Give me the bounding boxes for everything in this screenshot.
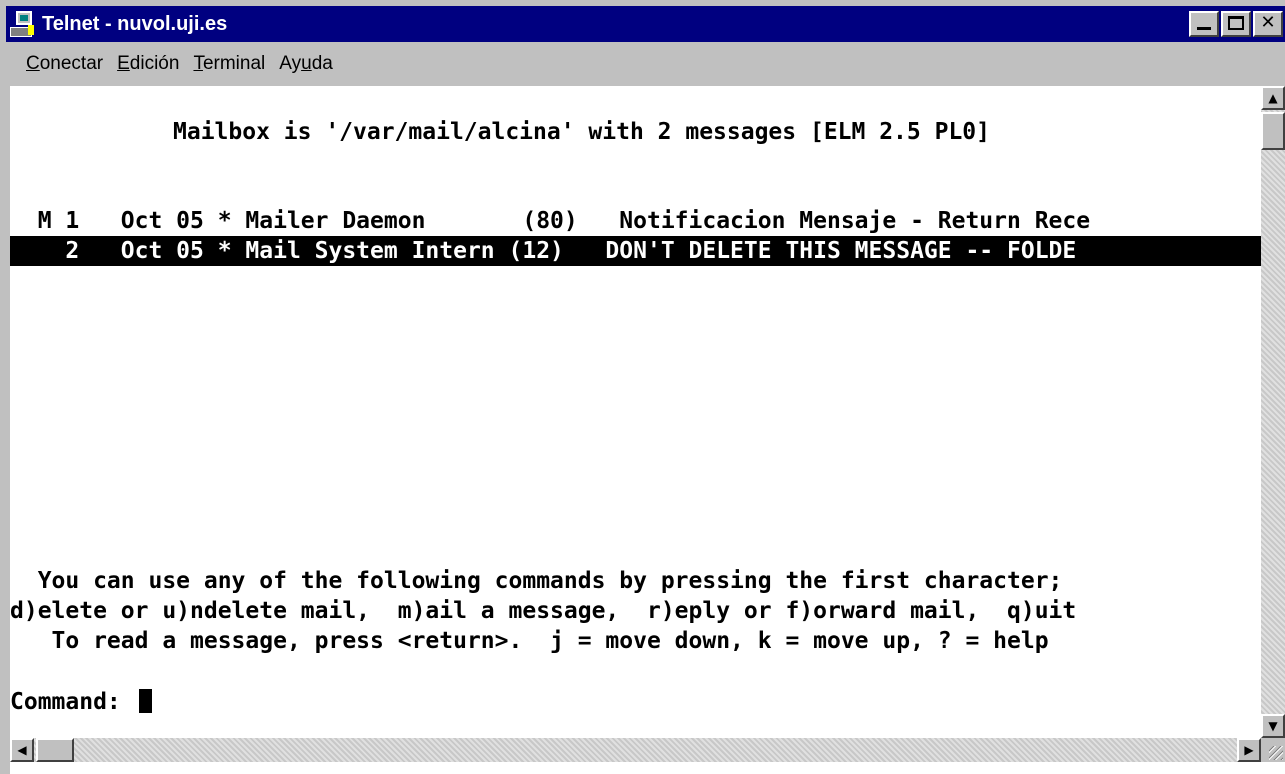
terminal-screen[interactable]: Mailbox is '/var/mail/alcina' with 2 mes…	[10, 86, 1261, 738]
menu-bar: Conectar Edición Terminal Ayuda	[6, 44, 1285, 84]
maximize-icon	[1228, 16, 1244, 30]
up-arrow-icon: ▲	[1268, 91, 1278, 105]
scroll-up-button[interactable]: ▲	[1261, 86, 1285, 110]
telnet-app-icon[interactable]	[10, 11, 36, 37]
resize-grip[interactable]	[1261, 738, 1285, 762]
mailbox-header: Mailbox is '/var/mail/alcina' with 2 mes…	[173, 119, 990, 145]
scroll-left-button[interactable]: ◀	[10, 738, 34, 762]
terminal-frame: Mailbox is '/var/mail/alcina' with 2 mes…	[10, 86, 1285, 774]
vertical-scroll-thumb[interactable]	[1261, 112, 1285, 150]
maximize-button[interactable]	[1221, 11, 1251, 37]
right-arrow-icon: ▶	[1244, 743, 1254, 757]
window-controls: ✕	[1189, 11, 1283, 37]
minimize-icon	[1197, 27, 1211, 30]
minimize-button[interactable]	[1189, 11, 1219, 37]
down-arrow-icon: ▼	[1268, 719, 1278, 733]
vertical-scrollbar[interactable]: ▲ ▼	[1261, 86, 1285, 738]
text-cursor	[138, 689, 152, 713]
menu-conectar[interactable]: Conectar	[26, 53, 103, 75]
message-row-1[interactable]: M 1 Oct 05 * Mailer Daemon (80) Notifica…	[10, 206, 1090, 236]
command-prompt: Command:	[10, 689, 135, 715]
telnet-window: Telnet - nuvol.uji.es ✕ Conectar Edición…	[0, 0, 1285, 774]
scroll-right-button[interactable]: ▶	[1237, 738, 1261, 762]
horizontal-scrollbar[interactable]: ◀ ▶	[10, 738, 1261, 762]
message-row-2-selected[interactable]: 2 Oct 05 * Mail System Intern (12) DON'T…	[10, 236, 1261, 266]
close-icon: ✕	[1260, 12, 1276, 33]
menu-ayuda[interactable]: Ayuda	[279, 53, 333, 75]
title-bar[interactable]: Telnet - nuvol.uji.es ✕	[6, 6, 1285, 42]
menu-terminal[interactable]: Terminal	[193, 53, 265, 75]
command-line[interactable]: Command:	[10, 687, 152, 717]
horizontal-scroll-thumb[interactable]	[36, 738, 74, 762]
scroll-down-button[interactable]: ▼	[1261, 714, 1285, 738]
help-line-1: You can use any of the following command…	[10, 568, 1063, 594]
left-arrow-icon: ◀	[17, 743, 27, 757]
menu-edicion[interactable]: Edición	[117, 53, 179, 75]
close-button[interactable]: ✕	[1253, 11, 1283, 37]
window-title: Telnet - nuvol.uji.es	[42, 12, 228, 35]
help-line-3: To read a message, press <return>. j = m…	[10, 628, 1049, 654]
help-line-2: d)elete or u)ndelete mail, m)ail a messa…	[10, 598, 1077, 624]
